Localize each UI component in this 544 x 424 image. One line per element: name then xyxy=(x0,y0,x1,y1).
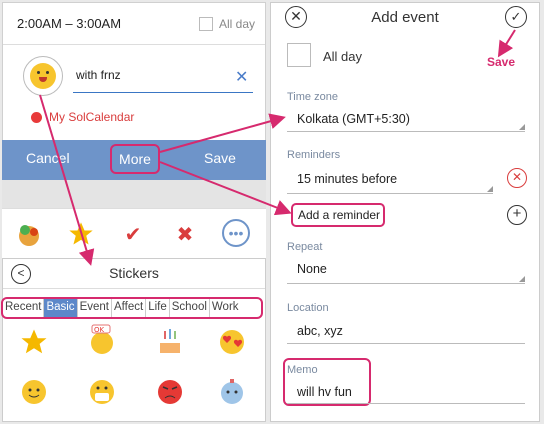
tab-event[interactable]: Event xyxy=(78,299,112,317)
save-button[interactable]: Save xyxy=(204,150,236,166)
happy-face-sticker[interactable] xyxy=(17,375,51,409)
all-day-label: All day xyxy=(219,17,256,31)
save-annotation-label: Save xyxy=(487,55,516,69)
checkmark-icon[interactable]: ✔ xyxy=(118,219,148,249)
stickers-header: < Stickers xyxy=(3,259,265,289)
add-event-panel: ✕ Add event ✓ Save All day Time zone Kol… xyxy=(270,2,540,422)
dropdown-indicator-icon xyxy=(519,124,525,130)
tab-basic[interactable]: Basic xyxy=(44,299,78,317)
stickers-panel: < Stickers Recent Basic Event Affect Lif… xyxy=(1,258,266,422)
event-title-input[interactable]: with frnz xyxy=(73,65,253,93)
time-zone-underline xyxy=(287,131,525,132)
svg-text:OK: OK xyxy=(94,326,105,334)
repeat-value[interactable]: None xyxy=(297,262,327,276)
stickers-title: Stickers xyxy=(109,265,159,281)
reminder-value[interactable]: 15 minutes before xyxy=(297,172,397,186)
all-day-label: All day xyxy=(323,49,363,64)
angry-face-sticker[interactable] xyxy=(153,375,187,409)
ok-hand-sticker[interactable]: OK xyxy=(85,323,119,357)
time-row[interactable]: 2:00AM – 3:00AM All day xyxy=(3,3,265,45)
birthday-cake-sticker[interactable] xyxy=(153,323,187,357)
time-range[interactable]: 2:00AM – 3:00AM xyxy=(17,16,121,31)
calendar-color-dot xyxy=(31,112,42,123)
food-sticker-icon[interactable] xyxy=(14,219,44,249)
all-day-checkbox[interactable] xyxy=(199,17,213,31)
tab-school[interactable]: School xyxy=(170,299,210,317)
sticker-avatar-button[interactable] xyxy=(23,56,63,96)
quick-icon-bar: ✔ ✖ ••• xyxy=(2,208,266,258)
calendar-name[interactable]: My SolCalendar xyxy=(49,110,134,124)
location-underline xyxy=(287,343,525,344)
time-zone-value[interactable]: Kolkata (GMT+5:30) xyxy=(297,112,410,126)
more-options-icon[interactable]: ••• xyxy=(222,219,250,247)
dropdown-indicator-icon xyxy=(519,276,525,282)
add-event-header: ✕ Add event ✓ xyxy=(271,3,539,33)
tab-life[interactable]: Life xyxy=(146,299,170,317)
add-reminder-button[interactable]: Add a reminder xyxy=(291,203,385,227)
hearts-sticker[interactable] xyxy=(215,325,249,359)
save-check-icon[interactable]: ✓ xyxy=(505,6,527,28)
reminders-label: Reminders xyxy=(287,149,341,161)
location-label: Location xyxy=(287,302,329,314)
all-day-checkbox[interactable] xyxy=(287,43,311,67)
more-button[interactable]: More xyxy=(110,144,160,174)
chick-sticker[interactable] xyxy=(85,375,119,409)
dropdown-indicator-icon xyxy=(487,186,493,192)
repeat-label: Repeat xyxy=(287,241,323,253)
add-icon[interactable]: + xyxy=(507,205,527,225)
location-value[interactable]: abc, xyz xyxy=(297,324,343,338)
memo-underline xyxy=(287,403,525,404)
tab-work[interactable]: Work xyxy=(210,299,241,317)
divider xyxy=(2,180,266,208)
cancel-button[interactable]: Cancel xyxy=(26,150,70,166)
remove-reminder-icon[interactable]: ✕ xyxy=(507,168,527,188)
tab-recent[interactable]: Recent xyxy=(3,299,45,317)
water-drop-sticker[interactable] xyxy=(215,375,249,409)
happy-face-icon xyxy=(30,63,56,89)
clear-icon[interactable]: ✕ xyxy=(235,67,248,87)
sticker-tabs: Recent Basic Event Affect Life School Wo… xyxy=(1,297,263,319)
memo-label: Memo xyxy=(287,364,318,376)
page-title: Add event xyxy=(371,9,439,26)
star-sticker[interactable] xyxy=(17,325,51,359)
star-icon[interactable] xyxy=(66,219,96,249)
tab-affect[interactable]: Affect xyxy=(112,299,147,317)
repeat-underline xyxy=(287,283,525,284)
memo-value[interactable]: will hv fun xyxy=(297,385,352,399)
close-icon[interactable]: ✖ xyxy=(170,219,200,249)
time-zone-label: Time zone xyxy=(287,91,338,103)
reminder-underline xyxy=(287,193,493,194)
dialog-button-bar: Cancel More Save xyxy=(2,140,266,180)
